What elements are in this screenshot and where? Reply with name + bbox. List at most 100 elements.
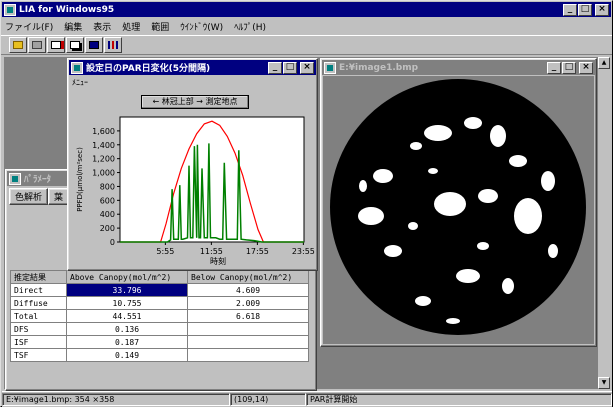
tab-color-analysis[interactable]: 色解析: [9, 188, 49, 205]
cell-below[interactable]: [187, 335, 309, 349]
y-axis-label: PPFD(μmol/m²sec): [76, 147, 84, 212]
y-tick-label: 600: [100, 196, 115, 205]
table-row[interactable]: DFS 0.136: [10, 322, 309, 336]
graph-close-button[interactable]: ×: [300, 61, 314, 74]
row-label: Direct: [10, 283, 67, 297]
image-window-icon[interactable]: [324, 61, 336, 74]
menu-bar: ファイル(F) 編集 表示 処理 範囲 ｳｲﾝﾄﾞｳ(W) ﾍﾙﾌﾟ(H): [1, 18, 612, 35]
image-maximize-button[interactable]: □: [562, 61, 576, 74]
preview-button[interactable]: [47, 37, 65, 53]
save-button[interactable]: [85, 37, 103, 53]
graph-title-bar[interactable]: 設定日のPAR日変化(5分間隔) _ □ ×: [69, 60, 316, 75]
graph-minimize-button[interactable]: _: [268, 61, 282, 74]
cell-below[interactable]: 6.618: [187, 309, 309, 323]
table-row[interactable]: Direct 33.796 4.609: [10, 283, 309, 297]
cell-above[interactable]: 10.755: [66, 296, 188, 310]
table-row[interactable]: Total 44.551 6.618: [10, 309, 309, 323]
menu-process[interactable]: 処理: [122, 20, 140, 33]
app-icon[interactable]: [4, 3, 16, 16]
mdi-scrollbar[interactable]: ▲ ▼: [597, 57, 610, 389]
copy-button[interactable]: [66, 37, 84, 53]
header-below-canopy: Below Canopy(mol/m^2): [187, 270, 309, 284]
image-close-button[interactable]: ×: [579, 61, 593, 74]
cell-below[interactable]: 2.009: [187, 296, 309, 310]
main-window: LIA for Windows95 _ □ × ファイル(F) 編集 表示 処理…: [0, 0, 613, 407]
minimize-button[interactable]: _: [563, 3, 577, 16]
cell-above[interactable]: 0.149: [66, 348, 188, 362]
y-tick-label: 1,600: [92, 127, 115, 136]
cell-above[interactable]: 44.551: [66, 309, 188, 323]
cell-above[interactable]: 0.136: [66, 322, 188, 336]
table-row[interactable]: ISF 0.187: [10, 335, 309, 349]
graph-maximize-button[interactable]: □: [283, 61, 297, 74]
y-tick-label: 400: [100, 210, 115, 219]
settings-button[interactable]: [28, 37, 46, 53]
save-icon: [89, 41, 99, 49]
row-label: ISF: [10, 335, 67, 349]
table-row[interactable]: Diffuse 10.755 2.009: [10, 296, 309, 310]
par-chart: 1,600 1,400 1,200 1,000 800 600 400 200 0 5:55 11:…: [76, 116, 315, 266]
y-tick-label: 1,200: [92, 155, 115, 164]
maximize-button[interactable]: □: [578, 3, 592, 16]
image-title: E:¥image1.bmp: [339, 62, 419, 73]
cell-below[interactable]: 4.609: [187, 283, 309, 297]
menu-file[interactable]: ファイル(F): [5, 20, 53, 33]
tab-leaf[interactable]: 葉: [48, 188, 70, 205]
header-above-canopy: Above Canopy(mol/m^2): [66, 270, 188, 284]
canopy-mode-button[interactable]: ← 林冠上部 → 測定地点: [141, 95, 249, 109]
table-row[interactable]: TSF 0.149: [10, 348, 309, 362]
results-table: 推定結果 Above Canopy(mol/m^2) Below Canopy(…: [10, 270, 309, 362]
open-button[interactable]: [9, 37, 27, 53]
row-label: DFS: [10, 322, 67, 336]
status-file: E:¥image1.bmp: 354 ×358: [2, 393, 230, 406]
graph-menu[interactable]: ﾒﾆｭｰ: [68, 76, 317, 89]
y-tick-label: 200: [100, 224, 115, 233]
tab-strip: 色解析 葉: [9, 188, 70, 205]
main-title-bar[interactable]: LIA for Windows95 _ □ ×: [2, 2, 611, 17]
scroll-up-button[interactable]: ▲: [598, 57, 610, 69]
print-preview-icon: [51, 41, 61, 49]
y-tick-label: 0: [110, 238, 115, 247]
x-tick-label: 23:55: [292, 247, 315, 256]
open-folder-icon: [13, 41, 23, 49]
menu-range[interactable]: 範囲: [151, 20, 169, 33]
y-tick-label: 1,400: [92, 141, 115, 150]
x-tick-label: 11:55: [200, 247, 223, 256]
cell-below[interactable]: [187, 348, 309, 362]
status-message: PAR計算開始: [306, 393, 612, 406]
row-label: Diffuse: [10, 296, 67, 310]
cell-above[interactable]: 33.796: [66, 283, 188, 297]
graph-window-icon[interactable]: [71, 61, 83, 74]
status-coords: (109,14): [230, 393, 306, 406]
app-title: LIA for Windows95: [19, 4, 115, 15]
x-tick-label: 5:55: [156, 247, 174, 256]
image-window: E:¥image1.bmp _ □ ×: [320, 58, 597, 347]
image-title-bar[interactable]: E:¥image1.bmp _ □ ×: [322, 60, 595, 75]
scroll-down-button[interactable]: ▼: [598, 377, 610, 389]
chart-button[interactable]: [104, 37, 122, 53]
menu-help[interactable]: ﾍﾙﾌﾟ(H): [234, 20, 266, 33]
menu-window[interactable]: ｳｲﾝﾄﾞｳ(W): [180, 20, 223, 33]
image-minimize-button[interactable]: _: [547, 61, 561, 74]
settings-folder-icon: [32, 41, 42, 49]
row-label: TSF: [10, 348, 67, 362]
menu-edit[interactable]: 編集: [64, 20, 82, 33]
cell-above[interactable]: 0.187: [66, 335, 188, 349]
graph-title: 設定日のPAR日変化(5分間隔): [86, 64, 211, 74]
menu-view[interactable]: 表示: [93, 20, 111, 33]
hemispherical-photo[interactable]: [323, 76, 594, 344]
cell-below[interactable]: [187, 322, 309, 336]
header-estimate: 推定結果: [10, 270, 67, 284]
x-tick-label: 17:55: [246, 247, 269, 256]
results-header-row: 推定結果 Above Canopy(mol/m^2) Below Canopy(…: [10, 270, 309, 284]
results-table-container: 推定結果 Above Canopy(mol/m^2) Below Canopy(…: [10, 270, 309, 362]
y-tick-label: 1,000: [92, 169, 115, 178]
chart-icon: [108, 41, 118, 49]
analysis-window-icon[interactable]: [9, 172, 21, 185]
close-button[interactable]: ×: [595, 3, 609, 16]
status-bar: E:¥image1.bmp: 354 ×358 (109,14) PAR計算開始: [2, 391, 612, 407]
row-label: Total: [10, 309, 67, 323]
copy-icon: [70, 41, 80, 49]
y-tick-label: 800: [100, 182, 115, 191]
x-axis-label: 時刻: [210, 256, 226, 266]
